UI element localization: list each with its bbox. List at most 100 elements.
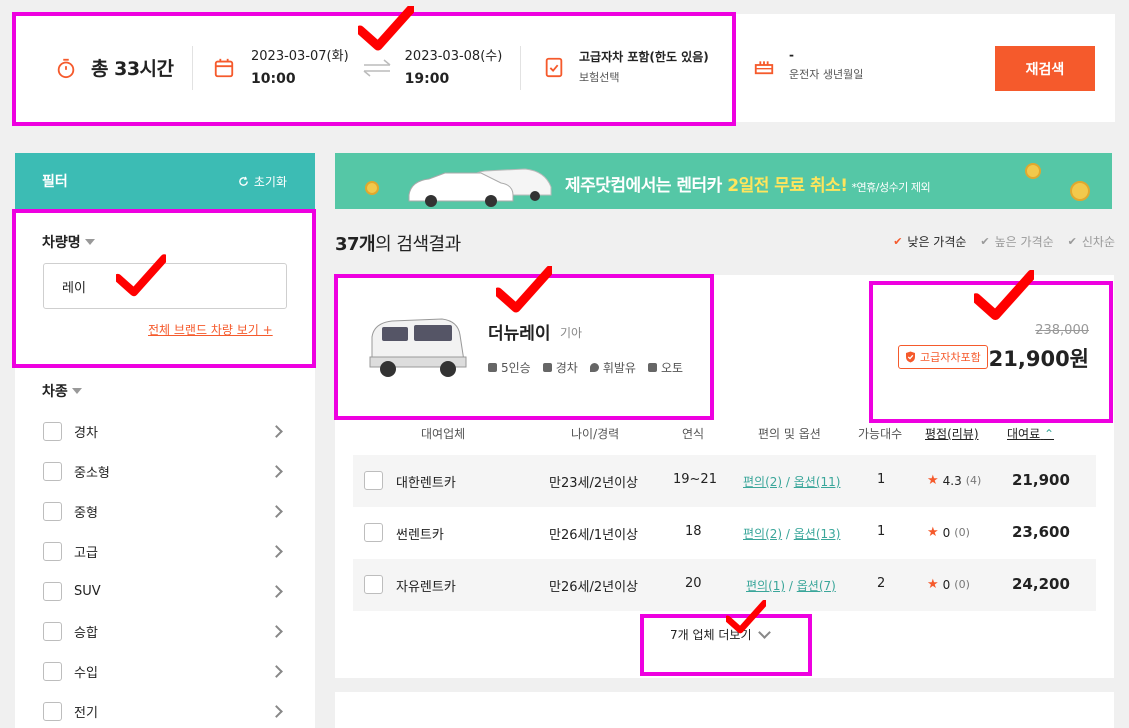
- convenience-link[interactable]: 편의(1): [746, 579, 785, 593]
- checkbox[interactable]: [43, 581, 62, 601]
- driver-birthdate[interactable]: - 운전자 생년월일: [753, 48, 863, 82]
- coin-decoration: [1025, 163, 1041, 179]
- review-count: (0): [954, 578, 970, 591]
- rental-fee: 24,200: [1012, 575, 1070, 593]
- reset-button[interactable]: 초기화: [238, 173, 287, 190]
- category-section-toggle[interactable]: 차종: [42, 381, 82, 401]
- chevron-right-icon[interactable]: [270, 464, 283, 478]
- check-icon: ✔: [980, 235, 990, 248]
- convenience-link[interactable]: 편의(2): [743, 475, 782, 489]
- chevron-right-icon[interactable]: [270, 664, 283, 678]
- col-fee-label: 대여료: [1007, 427, 1041, 441]
- age-requirement: 만26세/1년이상: [549, 528, 638, 543]
- options-links[interactable]: 편의(1) / 옵션(7): [746, 577, 836, 594]
- birthdate-value: -: [789, 48, 794, 62]
- filter-header: 필터 초기화: [15, 153, 315, 209]
- category-title: 차종: [42, 384, 68, 400]
- category-item[interactable]: 수입: [43, 651, 287, 691]
- options-link[interactable]: 옵션(13): [794, 527, 841, 541]
- category-item[interactable]: 승합: [43, 611, 287, 651]
- category-item[interactable]: SUV: [43, 571, 287, 611]
- category-label: 고급: [74, 545, 98, 561]
- rental-cars-image: [408, 168, 552, 207]
- options-links[interactable]: 편의(2) / 옵션(11): [743, 473, 840, 490]
- company-row[interactable]: 대한렌트카 만23세/2년이상 19~21 편의(2) / 옵션(11) 1 ★…: [353, 455, 1096, 507]
- rental-fee: 23,600: [1012, 523, 1070, 541]
- sort-label: 신차순: [1081, 235, 1115, 249]
- available-count: 2: [877, 576, 886, 591]
- col-available: 가능대수: [858, 427, 903, 441]
- rating: ★ 0 (0): [927, 525, 970, 540]
- rating: ★ 4.3 (4): [927, 473, 981, 488]
- caret-down-icon: [71, 388, 82, 394]
- company-name: 썬렌트카: [396, 528, 444, 543]
- convenience-link[interactable]: 편의(2): [743, 527, 782, 541]
- review-count: (0): [954, 526, 970, 539]
- category-item[interactable]: 중형: [43, 491, 287, 531]
- red-checkmark-icon: [974, 270, 1034, 321]
- banner-text-highlight: 2일전 무료 취소!: [727, 176, 848, 196]
- checkbox[interactable]: [43, 461, 62, 481]
- options-link[interactable]: 옵션(7): [797, 579, 836, 593]
- company-row[interactable]: 자유렌트카 만26세/2년이상 20 편의(1) / 옵션(7) 2 ★ 0 (0)…: [353, 559, 1096, 611]
- checkbox[interactable]: [43, 701, 62, 721]
- check-icon: ✔: [893, 235, 903, 248]
- red-checkmark-icon: [358, 6, 414, 51]
- rating: ★ 0 (0): [927, 577, 970, 592]
- col-options: 편의 및 옵션: [758, 427, 821, 441]
- result-count-number: 37개: [335, 234, 376, 255]
- rating-value: 0: [942, 577, 951, 592]
- company-name: 대한렌트카: [396, 476, 456, 491]
- options-links[interactable]: 편의(2) / 옵션(13): [743, 525, 840, 542]
- birthdate-label: 운전자 생년월일: [789, 68, 864, 81]
- chevron-right-icon[interactable]: [270, 544, 283, 558]
- refresh-icon: [239, 176, 248, 186]
- model-year: 20: [685, 576, 702, 591]
- research-button[interactable]: 재검색: [995, 46, 1095, 91]
- category-item[interactable]: 고급: [43, 531, 287, 571]
- sort-label: 낮은 가격순: [907, 235, 967, 249]
- available-count: 1: [877, 472, 886, 487]
- checkbox[interactable]: [364, 575, 383, 594]
- age-requirement: 만26세/2년이상: [549, 580, 638, 595]
- sort-label: 높은 가격순: [994, 235, 1054, 249]
- col-fee[interactable]: 대여료 ⌃: [1007, 425, 1054, 442]
- category-item[interactable]: 중소형: [43, 451, 287, 491]
- reset-label: 초기화: [253, 174, 287, 189]
- checkbox[interactable]: [43, 541, 62, 561]
- rating-value: 0: [942, 525, 951, 540]
- checkbox[interactable]: [43, 661, 62, 681]
- checkbox[interactable]: [43, 501, 62, 521]
- review-count: (4): [965, 474, 982, 487]
- checkbox[interactable]: [364, 523, 383, 542]
- company-row[interactable]: 썬렌트카 만26세/1년이상 18 편의(2) / 옵션(13) 1 ★ 0 (0)…: [353, 507, 1096, 559]
- chevron-right-icon[interactable]: [270, 424, 283, 438]
- sort-high-price[interactable]: ✔ 높은 가격순: [980, 233, 1053, 250]
- category-item[interactable]: 경차: [43, 411, 287, 451]
- category-item[interactable]: 전기: [43, 691, 287, 728]
- checkbox[interactable]: [43, 421, 62, 441]
- options-link[interactable]: 옵션(11): [794, 475, 841, 489]
- result-count-suffix: 의 검색결과: [375, 234, 461, 255]
- company-name: 자유렌트카: [396, 580, 456, 595]
- checkbox[interactable]: [43, 621, 62, 641]
- sort-low-price[interactable]: ✔ 낮은 가격순: [893, 233, 966, 250]
- star-icon: ★: [927, 473, 939, 488]
- model-year: 19~21: [673, 472, 717, 487]
- category-label: 중소형: [74, 465, 110, 481]
- red-checkmark-icon: [496, 266, 552, 313]
- chevron-right-icon[interactable]: [270, 624, 283, 638]
- chevron-right-icon[interactable]: [270, 704, 283, 718]
- promo-banner[interactable]: 제주닷컴에서는 렌터카 2일전 무료 취소! *연휴/성수기 제외: [335, 153, 1112, 209]
- sort-newest[interactable]: ✔ 신차순: [1068, 233, 1115, 250]
- sort-options: ✔ 낮은 가격순 ✔ 높은 가격순 ✔ 신차순: [893, 233, 1115, 250]
- chevron-right-icon[interactable]: [270, 584, 283, 598]
- chevron-right-icon[interactable]: [270, 504, 283, 518]
- category-label: 경차: [74, 425, 98, 441]
- banner-text-pre: 제주닷컴에서는: [565, 176, 677, 196]
- checkbox[interactable]: [364, 471, 383, 490]
- available-count: 1: [877, 524, 886, 539]
- red-checkmark-icon: [116, 254, 166, 297]
- star-icon: ★: [927, 577, 939, 592]
- col-rating[interactable]: 평점(리뷰): [925, 425, 979, 442]
